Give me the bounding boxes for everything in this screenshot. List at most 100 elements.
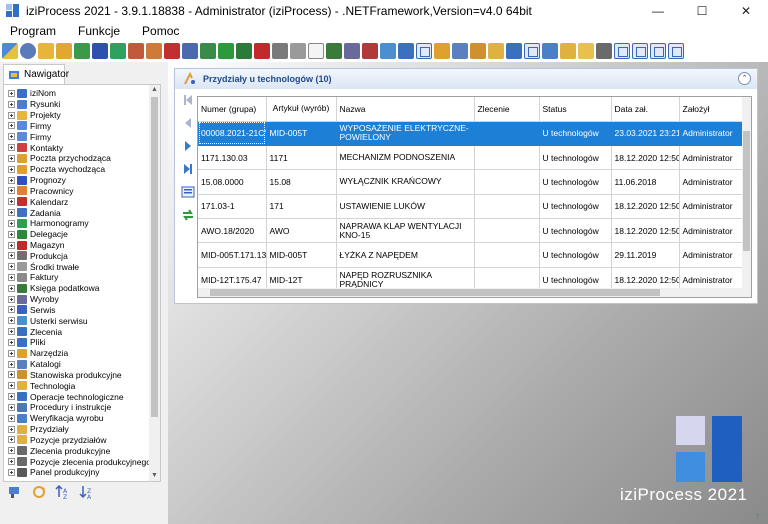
- toolbar-window-3-icon[interactable]: [614, 43, 630, 59]
- collapse-panel-button[interactable]: ⌃: [738, 72, 751, 85]
- toolbar-window-2-icon[interactable]: [524, 43, 540, 59]
- expand-icon[interactable]: [8, 338, 15, 346]
- toolbar-ledger-icon[interactable]: [326, 43, 342, 59]
- tree-item[interactable]: Stanowiska produkcyjne: [4, 370, 150, 381]
- tree-item[interactable]: Operacje technologiczne: [4, 391, 150, 402]
- expand-icon[interactable]: [8, 306, 15, 314]
- tree-item[interactable]: Przydziały: [4, 424, 150, 435]
- expand-icon[interactable]: [8, 328, 15, 336]
- expand-icon[interactable]: [8, 393, 15, 401]
- toolbar-warehouse-icon[interactable]: [254, 43, 270, 59]
- tree-item[interactable]: Usterki serwisu: [4, 315, 150, 326]
- toolbar-chart-icon[interactable]: [200, 43, 216, 59]
- toolbar-truck-icon[interactable]: [236, 43, 252, 59]
- expand-icon[interactable]: [8, 317, 15, 325]
- toolbar-assign-icon[interactable]: [560, 43, 576, 59]
- toolbar-prod-orders-icon[interactable]: [596, 43, 612, 59]
- tree-item[interactable]: Zlecenia produkcyjne: [4, 445, 150, 456]
- expand-icon[interactable]: [8, 187, 15, 195]
- column-header-zlecenie[interactable]: Zlecenie: [474, 97, 540, 122]
- expand-icon[interactable]: [8, 219, 15, 227]
- navigator-tab[interactable]: Nawigator: [3, 64, 69, 84]
- toolbar-rysunki-icon[interactable]: [2, 43, 18, 59]
- first-record-icon[interactable]: [181, 93, 195, 107]
- tree-item[interactable]: Firmy: [4, 131, 150, 142]
- tree-item[interactable]: Firmy: [4, 120, 150, 131]
- tree-item[interactable]: Faktury: [4, 272, 150, 283]
- grid-horizontal-scrollbar[interactable]: [198, 288, 744, 297]
- scroll-up-arrow-icon[interactable]: ▲: [149, 85, 160, 95]
- expand-icon[interactable]: [8, 133, 15, 141]
- table-row[interactable]: 00008.2021-21CY-4MID-005TWYPOSAŻENIE ELE…: [198, 121, 745, 146]
- table-row[interactable]: MID-005T.171.130.0MID-005TŁYŻKA Z NAPĘDE…: [198, 242, 745, 268]
- tree-item[interactable]: Pozycje zlecenia produkcyjnego: [4, 456, 151, 467]
- toolbar-upload-icon[interactable]: [74, 43, 90, 59]
- toolbar-window-6-icon[interactable]: [668, 43, 684, 59]
- expand-icon[interactable]: [8, 230, 15, 238]
- menu-program[interactable]: Program: [6, 24, 60, 38]
- expand-icon[interactable]: [8, 100, 15, 108]
- toolbar-window-1-icon[interactable]: [416, 43, 432, 59]
- tree-item[interactable]: Technologia: [4, 380, 150, 391]
- tree-item[interactable]: Poczta przychodząca: [4, 153, 150, 164]
- toolbar-wrench-icon[interactable]: [380, 43, 396, 59]
- toolbar-window-4-icon[interactable]: [632, 43, 648, 59]
- tree-item[interactable]: Rysunki: [4, 99, 150, 110]
- table-row[interactable]: 1171.130.03 1171 MECHANIZM PODNOSZENIA U te…: [198, 145, 745, 171]
- toolbar-users-icon[interactable]: [20, 43, 36, 59]
- expand-icon[interactable]: [8, 382, 15, 390]
- tree-item[interactable]: Procedury i instrukcje: [4, 402, 150, 413]
- refresh-icon[interactable]: [31, 484, 47, 500]
- expand-icon[interactable]: [8, 403, 15, 411]
- toolbar-bus-icon[interactable]: [218, 43, 234, 59]
- tree-item[interactable]: Księga podatkowa: [4, 283, 150, 294]
- expand-icon[interactable]: [8, 447, 15, 455]
- sort-ascending-icon[interactable]: AZ: [55, 484, 71, 501]
- toolbar-service-icon[interactable]: [362, 43, 378, 59]
- toolbar-folder-up-icon[interactable]: [38, 43, 54, 59]
- table-row[interactable]: 171.03-1 171 USTAWIENIE LUKÓW U technologów…: [198, 194, 745, 220]
- expand-icon[interactable]: [8, 360, 15, 368]
- toolbar-sum-icon[interactable]: [92, 43, 108, 59]
- toolbar-orders-icon[interactable]: [398, 43, 414, 59]
- expand-icon[interactable]: [8, 154, 15, 162]
- tree-item[interactable]: Projekty: [4, 110, 150, 121]
- toolbar-products-icon[interactable]: [344, 43, 360, 59]
- tree-item[interactable]: Pozycje przydziałów: [4, 435, 150, 446]
- expand-icon[interactable]: [8, 122, 15, 130]
- toolbar-person-icon[interactable]: [146, 43, 162, 59]
- maximize-button[interactable]: ☐: [680, 0, 724, 22]
- column-header-zalozyl[interactable]: Założył: [679, 97, 745, 122]
- toolbar-stations-icon[interactable]: [470, 43, 486, 59]
- toolbar-team-icon[interactable]: [128, 43, 144, 59]
- expand-icon[interactable]: [8, 89, 15, 97]
- column-header-status[interactable]: Status: [539, 97, 612, 122]
- toolbar-tasks-icon[interactable]: [182, 43, 198, 59]
- tree-item[interactable]: Pracownicy: [4, 185, 150, 196]
- table-row[interactable]: 15.08.0000 15.08 WYŁĄCZNIK KRAŃCOWY U techn…: [198, 169, 745, 195]
- next-record-icon[interactable]: [181, 139, 195, 153]
- expand-icon[interactable]: [8, 209, 15, 217]
- previous-record-icon[interactable]: [181, 116, 195, 130]
- toolbar-window-5-icon[interactable]: [650, 43, 666, 59]
- expand-icon[interactable]: [8, 284, 15, 292]
- sync-icon[interactable]: [181, 208, 195, 222]
- toolbar-tech-icon[interactable]: [488, 43, 504, 59]
- expand-icon[interactable]: [8, 295, 15, 303]
- menu-funkcje[interactable]: Funkcje: [74, 24, 124, 38]
- column-header-data[interactable]: Data zał.: [611, 97, 680, 122]
- scroll-down-arrow-icon[interactable]: ▼: [149, 471, 160, 481]
- up-arrow-icon[interactable]: ↑: [755, 512, 764, 522]
- toolbar-catalog-icon[interactable]: [452, 43, 468, 59]
- expand-icon[interactable]: [8, 198, 15, 206]
- toolbar-assets-icon[interactable]: [290, 43, 306, 59]
- toolbar-operations-icon[interactable]: [506, 43, 522, 59]
- table-row[interactable]: AWO.18/2020 AWO NAPRAWA KLAP WENTYLACJI KN…: [198, 218, 745, 244]
- expand-icon[interactable]: [8, 371, 15, 379]
- tree-item[interactable]: Zadania: [4, 207, 150, 218]
- pin-icon[interactable]: [7, 484, 23, 500]
- details-icon[interactable]: [181, 185, 195, 199]
- expand-icon[interactable]: [8, 273, 15, 281]
- expand-icon[interactable]: [8, 111, 15, 119]
- tree-item[interactable]: Katalogi: [4, 359, 150, 370]
